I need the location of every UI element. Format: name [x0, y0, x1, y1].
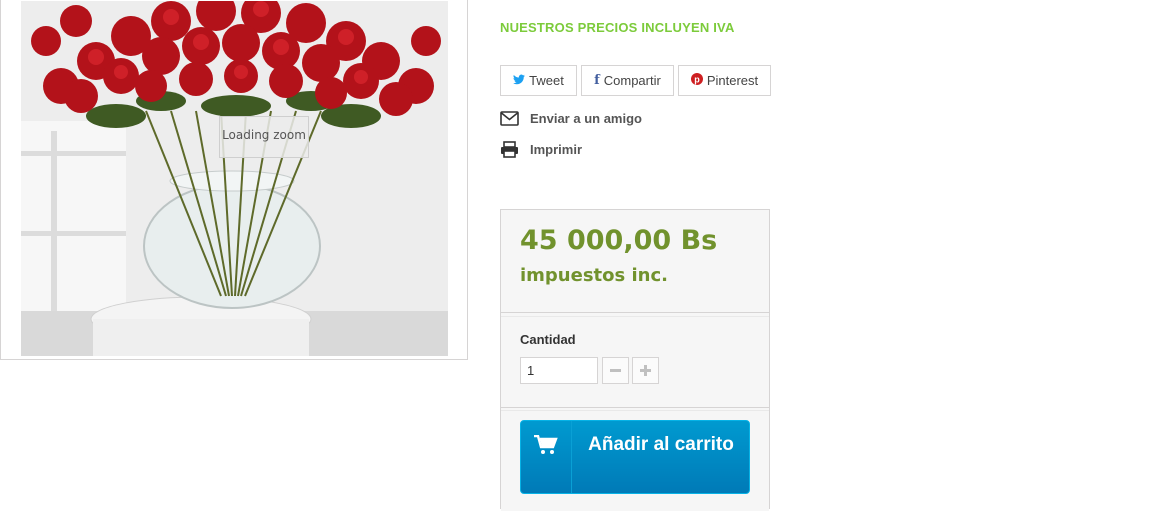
- plus-icon: [640, 365, 651, 376]
- add-to-cart-label: Añadir al carrito: [588, 434, 734, 455]
- tax-included-label: impuestos inc.: [520, 265, 668, 286]
- tax-note: NUESTROS PRECIOS INCLUYEN IVA: [500, 20, 735, 35]
- facebook-share-label: Compartir: [603, 73, 661, 88]
- facebook-share-button[interactable]: f Compartir: [581, 65, 674, 96]
- minus-icon: [610, 369, 621, 372]
- quantity-decrease-button[interactable]: [602, 357, 629, 384]
- pinterest-label: Pinterest: [706, 73, 759, 88]
- send-to-friend-label: Enviar a un amigo: [530, 111, 642, 126]
- cart-icon-wrap: [521, 421, 572, 493]
- envelope-icon: [500, 111, 519, 126]
- price-section: 45 000,00 Bs impuestos inc.: [501, 210, 769, 313]
- printer-icon: [501, 141, 518, 158]
- pinterest-button[interactable]: p Pinterest: [678, 65, 771, 96]
- cart-icon: [534, 435, 558, 454]
- svg-text:p: p: [694, 75, 700, 85]
- tweet-label: Tweet: [529, 73, 564, 88]
- add-to-cart-button[interactable]: Añadir al carrito: [520, 420, 750, 494]
- facebook-icon: f: [594, 73, 600, 88]
- send-to-friend-link[interactable]: Enviar a un amigo: [500, 111, 642, 126]
- product-photo[interactable]: Loading zoom: [21, 1, 448, 356]
- quantity-input[interactable]: [520, 357, 598, 384]
- print-label: Imprimir: [530, 142, 583, 157]
- quantity-section: Cantidad: [501, 316, 769, 408]
- roses-vase-image: [21, 1, 448, 356]
- zoom-loading-indicator: Loading zoom: [219, 116, 309, 158]
- twitter-icon: [513, 73, 526, 88]
- product-image-frame: Loading zoom: [0, 0, 468, 360]
- product-price: 45 000,00 Bs: [520, 225, 718, 256]
- tweet-button[interactable]: Tweet: [500, 65, 577, 96]
- add-to-cart-section: Añadir al carrito: [501, 410, 769, 511]
- quantity-label: Cantidad: [520, 332, 576, 347]
- buy-box: 45 000,00 Bs impuestos inc. Cantidad Aña…: [500, 209, 770, 511]
- quantity-increase-button[interactable]: [632, 357, 659, 384]
- zoom-loading-text: Loading zoom: [222, 128, 306, 142]
- print-link[interactable]: Imprimir: [500, 141, 582, 158]
- pinterest-icon: p: [690, 73, 703, 88]
